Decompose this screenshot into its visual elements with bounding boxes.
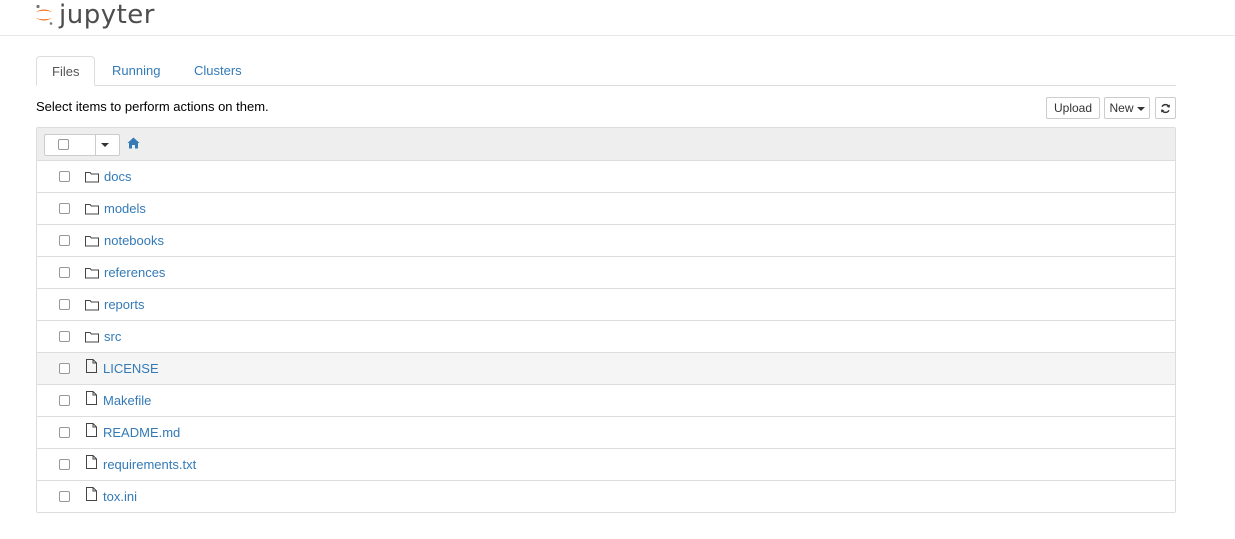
row-checkbox[interactable] — [59, 267, 70, 278]
refresh-button[interactable] — [1155, 97, 1176, 119]
file-icon — [86, 359, 97, 373]
tab-clusters[interactable]: Clusters — [194, 56, 242, 86]
upload-button[interactable]: Upload — [1046, 97, 1100, 119]
file-icon — [86, 391, 97, 405]
folder-icon — [85, 236, 99, 247]
file-list-row[interactable]: LICENSE — [37, 353, 1175, 385]
jupyter-logo[interactable]: jupyter — [34, 0, 155, 30]
header: jupyter — [0, 0, 1235, 36]
file-link[interactable]: Makefile — [103, 393, 151, 408]
file-list-row[interactable]: models — [37, 193, 1175, 225]
select-all-checkbox[interactable] — [58, 139, 69, 150]
row-checkbox[interactable] — [59, 299, 70, 310]
new-button-label: New — [1109, 101, 1134, 115]
row-checkbox[interactable] — [59, 459, 70, 470]
folder-link[interactable]: docs — [104, 169, 131, 184]
instructions-text: Select items to perform actions on them. — [36, 99, 269, 114]
file-link[interactable]: README.md — [103, 425, 180, 440]
tab-files[interactable]: Files — [36, 56, 95, 86]
folder-icon — [85, 332, 99, 343]
folder-link[interactable]: models — [104, 201, 146, 216]
row-checkbox[interactable] — [59, 235, 70, 246]
file-list-row[interactable]: tox.ini — [37, 481, 1175, 512]
row-checkbox[interactable] — [59, 203, 70, 214]
file-list-row[interactable]: docs — [37, 161, 1175, 193]
folder-link[interactable]: src — [104, 329, 121, 344]
jupyter-logo-icon — [36, 4, 53, 25]
folder-icon — [85, 268, 99, 279]
file-list-row[interactable]: src — [37, 321, 1175, 353]
chevron-down-icon — [1136, 106, 1145, 111]
file-list: docs models notebooks references reports src L… — [36, 127, 1176, 513]
file-list-row[interactable]: notebooks — [37, 225, 1175, 257]
file-icon — [86, 455, 97, 469]
select-all-dropdown[interactable] — [44, 134, 120, 156]
file-list-row[interactable]: README.md — [37, 417, 1175, 449]
select-all-divider — [95, 135, 96, 155]
folder-link[interactable]: references — [104, 265, 165, 280]
file-link[interactable]: LICENSE — [103, 361, 159, 376]
home-icon[interactable] — [127, 137, 140, 149]
file-list-row[interactable]: references — [37, 257, 1175, 289]
row-checkbox[interactable] — [59, 427, 70, 438]
file-list-row[interactable]: requirements.txt — [37, 449, 1175, 481]
file-icon — [86, 423, 97, 437]
row-checkbox[interactable] — [59, 363, 70, 374]
folder-icon — [85, 300, 99, 311]
new-dropdown-button[interactable]: New — [1104, 97, 1150, 119]
row-checkbox[interactable] — [59, 171, 70, 182]
row-checkbox[interactable] — [59, 491, 70, 502]
chevron-down-icon[interactable] — [101, 143, 109, 147]
tab-bar: Files Running Clusters — [36, 56, 1176, 86]
row-checkbox[interactable] — [59, 331, 70, 342]
file-list-header — [37, 128, 1175, 161]
file-link[interactable]: tox.ini — [103, 489, 137, 504]
folder-icon — [85, 204, 99, 215]
file-list-row[interactable]: Makefile — [37, 385, 1175, 417]
file-icon — [86, 487, 97, 501]
jupyter-logo-text: jupyter — [59, 0, 155, 30]
file-list-row[interactable]: reports — [37, 289, 1175, 321]
folder-icon — [85, 172, 99, 183]
folder-link[interactable]: notebooks — [104, 233, 164, 248]
row-checkbox[interactable] — [59, 395, 70, 406]
refresh-icon — [1161, 103, 1170, 113]
tab-running[interactable]: Running — [112, 56, 160, 86]
folder-link[interactable]: reports — [104, 297, 144, 312]
file-link[interactable]: requirements.txt — [103, 457, 196, 472]
